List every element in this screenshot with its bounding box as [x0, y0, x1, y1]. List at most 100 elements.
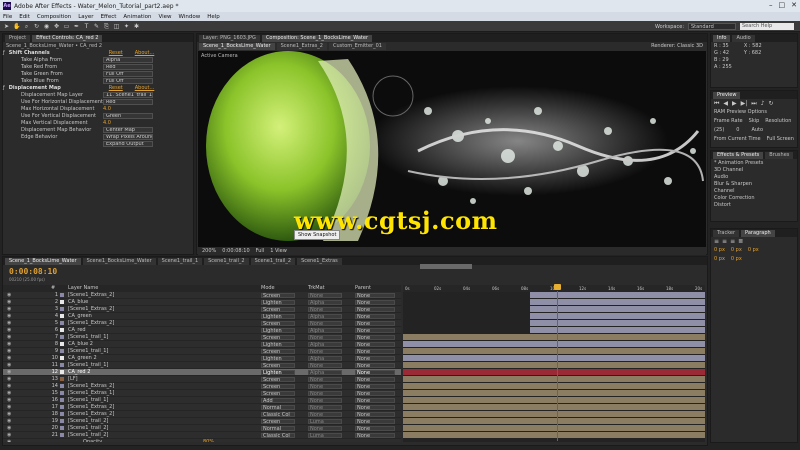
blend-mode-select[interactable]: Screen: [261, 306, 295, 312]
visibility-eye-icon[interactable]: ◉: [7, 362, 11, 368]
align-center-icon[interactable]: ≡: [722, 238, 727, 245]
space-before-value[interactable]: 0 px: [714, 256, 725, 263]
ram-preview-select[interactable]: RAM Preview Options: [711, 108, 797, 117]
tab-paragraph[interactable]: Paragraph: [741, 230, 775, 237]
layer-name[interactable]: CA_red: [68, 327, 198, 333]
viewer-timecode[interactable]: 0:00:08:10: [222, 248, 249, 254]
visibility-eye-icon[interactable]: ◉: [7, 404, 11, 410]
label-color-swatch[interactable]: [60, 384, 64, 388]
trkmat-select[interactable]: None: [308, 320, 342, 326]
label-color-swatch[interactable]: [60, 300, 64, 304]
parent-select[interactable]: None: [355, 327, 395, 333]
parent-select[interactable]: None: [355, 306, 395, 312]
label-color-swatch[interactable]: [60, 377, 64, 381]
effect-name[interactable]: Shift Channels: [5, 50, 105, 56]
effect-name[interactable]: Displacement Map: [5, 85, 105, 91]
layer-name[interactable]: [Scene1_trail_1]: [68, 397, 198, 403]
effect-property-value[interactable]: Full Off: [103, 77, 153, 84]
effect-property-value[interactable]: Red: [103, 98, 153, 105]
layer-duration-bar[interactable]: [403, 432, 705, 438]
trkmat-select[interactable]: None: [308, 404, 342, 410]
blend-mode-select[interactable]: Lighten: [261, 327, 295, 333]
subtab-scene1[interactable]: Scene_1_BocksLime_Water: [199, 43, 275, 50]
tab-brushes[interactable]: Brushes: [765, 152, 794, 159]
space-after-value[interactable]: 0 px: [731, 256, 742, 263]
blend-mode-select[interactable]: Lighten: [261, 313, 295, 319]
parent-select[interactable]: None: [355, 292, 395, 298]
label-color-swatch[interactable]: [60, 335, 64, 339]
tab-tracker[interactable]: Tracker: [713, 230, 740, 237]
blend-mode-select[interactable]: Screen: [261, 376, 295, 382]
label-color-swatch[interactable]: [60, 405, 64, 409]
layer-row[interactable]: ◉ 7 [Scene1_trail_1] Screen None None: [3, 334, 401, 341]
layer-name[interactable]: [Scene1_Extras_2]: [68, 404, 198, 410]
layer-name[interactable]: [Scene1_trail_1]: [68, 348, 198, 354]
effect-property-value[interactable]: Full Off: [103, 70, 153, 77]
label-color-swatch[interactable]: [60, 342, 64, 346]
close-icon[interactable]: ✕: [791, 1, 797, 9]
effect-property-value[interactable]: Center Map: [103, 126, 153, 133]
clone-tool-icon[interactable]: ⎘: [103, 23, 110, 30]
zoom-tool-icon[interactable]: ⌕: [23, 23, 30, 30]
visibility-eye-icon[interactable]: ◉: [7, 341, 11, 347]
effect-property-number[interactable]: 4.0: [103, 120, 111, 126]
effect-property-value[interactable]: 11. Scene1_trail_1: [103, 91, 153, 98]
menu-file[interactable]: File: [3, 14, 12, 20]
layer-duration-bar[interactable]: [403, 390, 705, 396]
layer-duration-bar[interactable]: [403, 411, 705, 417]
layer-row[interactable]: ◉ 14 [Scene1_Extras_2] Screen None None: [3, 383, 401, 390]
reset-link[interactable]: Reset: [109, 50, 123, 56]
menu-help[interactable]: Help: [207, 14, 220, 20]
layer-duration-bar[interactable]: [403, 334, 705, 340]
layer-row[interactable]: ◉ 13 [LF] Screen None None: [3, 376, 401, 383]
trkmat-select[interactable]: None: [308, 362, 342, 368]
play-icon[interactable]: ▶: [732, 100, 737, 107]
layer-duration-bar[interactable]: [403, 348, 705, 354]
renderer-label[interactable]: Renderer: Classic 3D: [651, 43, 703, 49]
tab-audio[interactable]: Audio: [732, 35, 755, 42]
visibility-eye-icon[interactable]: ◉: [7, 383, 11, 389]
parent-select[interactable]: None: [355, 432, 395, 438]
tab-layer[interactable]: Layer: PNG_1603.JPG: [199, 35, 260, 42]
label-color-swatch[interactable]: [60, 356, 64, 360]
layer-row[interactable]: ◉ 3 [Scene1_Extras_2] Screen None None: [3, 306, 401, 313]
layer-name[interactable]: [Scene1_Extras_1]: [68, 390, 198, 396]
view-layout-select[interactable]: 1 View: [270, 248, 287, 254]
layer-duration-bar[interactable]: [403, 397, 705, 403]
tab-composition[interactable]: Composition: Scene_1_BocksLime_Water: [261, 35, 373, 42]
layer-name[interactable]: [Scene1_trail_2]: [68, 418, 198, 424]
layer-name[interactable]: CA_green 2: [68, 355, 198, 361]
prev-frame-icon[interactable]: ◀: [723, 100, 728, 107]
tab-effects-presets[interactable]: Effects & Presets: [713, 152, 764, 159]
parent-select[interactable]: None: [355, 355, 395, 361]
parent-select[interactable]: None: [355, 383, 395, 389]
blend-mode-select[interactable]: Lighten: [261, 369, 295, 375]
parent-select[interactable]: None: [355, 341, 395, 347]
blend-mode-select[interactable]: Screen: [261, 320, 295, 326]
audio-icon[interactable]: ♪: [761, 100, 765, 107]
playhead-handle[interactable]: [554, 284, 561, 290]
tab-preview[interactable]: Preview: [713, 92, 741, 99]
layer-row[interactable]: ◉ 11 [Scene1_trail_1] Screen None None: [3, 362, 401, 369]
layer-name[interactable]: CA_green: [68, 313, 198, 319]
layer-name[interactable]: [Scene1_Extras_2]: [68, 383, 198, 389]
trkmat-select[interactable]: None: [308, 376, 342, 382]
effect-property-value[interactable]: Alpha: [103, 56, 153, 63]
parent-select[interactable]: None: [355, 299, 395, 305]
blend-mode-select[interactable]: Screen: [261, 292, 295, 298]
trkmat-select[interactable]: Alpha: [308, 369, 342, 375]
maximize-icon[interactable]: □: [779, 1, 786, 9]
trkmat-select[interactable]: Alpha: [308, 341, 342, 347]
minimize-icon[interactable]: –: [769, 1, 773, 9]
trkmat-select[interactable]: Luma: [308, 418, 342, 424]
parent-select[interactable]: None: [355, 418, 395, 424]
parent-select[interactable]: None: [355, 397, 395, 403]
rotate-tool-icon[interactable]: ↻: [33, 23, 40, 30]
visibility-eye-icon[interactable]: ◉: [7, 397, 11, 403]
parent-select[interactable]: None: [355, 320, 395, 326]
layer-row[interactable]: ◉ 17 [Scene1_Extras_2] Normal None None: [3, 404, 401, 411]
subtab-emitter[interactable]: Custom_Emitter_01: [329, 43, 386, 50]
layer-duration-bar[interactable]: [403, 418, 705, 424]
menu-animation[interactable]: Animation: [123, 14, 151, 20]
parent-select[interactable]: None: [355, 390, 395, 396]
